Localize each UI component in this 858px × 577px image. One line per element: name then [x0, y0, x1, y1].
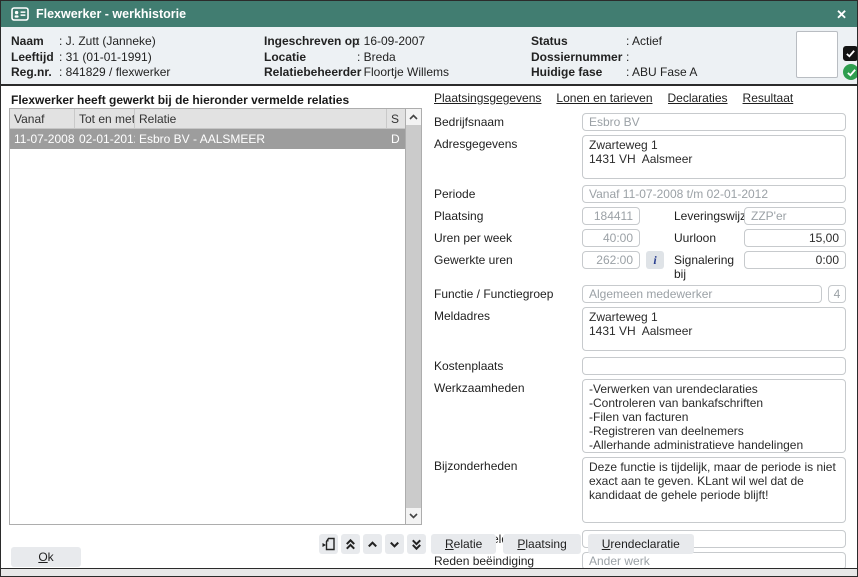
header-col-3: Status: Actief Dossiernummer: Huidige fa…	[531, 34, 697, 81]
column-header-tot-en-met: Tot en met	[75, 109, 135, 128]
scroll-up-icon[interactable]	[406, 109, 421, 125]
gewerkte-uren-label: Gewerkte uren	[434, 251, 582, 267]
double-chevron-up-icon[interactable]	[341, 534, 360, 554]
meldadres-field[interactable]: Zwarteweg 1 1431 VH Aalsmeer	[582, 307, 846, 351]
plaatsing-button[interactable]: Plaatsing	[503, 534, 580, 554]
gewerkte-uren-field[interactable]	[582, 251, 640, 269]
cell-status: D	[387, 129, 405, 149]
field-label: Huidige fase	[531, 65, 626, 81]
periode-field[interactable]	[582, 185, 846, 203]
kostenplaats-label: Kostenplaats	[434, 357, 582, 373]
cell-tot-en-met: 02-01-2012	[75, 129, 135, 149]
field-label: Relatiebeheerder	[264, 65, 357, 81]
field-label: Dossiernummer	[531, 50, 626, 66]
uren-per-week-field[interactable]	[582, 229, 640, 247]
tab-plaatsingsgegevens[interactable]: Plaatsingsgegevens	[434, 91, 541, 106]
ok-button-label: Ok	[17, 550, 75, 564]
plaatsing-panel: Plaatsingsgegevens Lonen en tarieven Dec…	[434, 91, 846, 574]
field-value: : 841829 / flexwerker	[59, 65, 170, 81]
uren-per-week-label: Uren per week	[434, 229, 582, 245]
column-header-s: S	[387, 109, 405, 128]
periode-label: Periode	[434, 185, 582, 201]
bijzonderheden-field[interactable]: Deze functie is tijdelijk, maar de perio…	[582, 457, 846, 523]
ok-button[interactable]: Ok	[11, 547, 81, 567]
close-icon[interactable]: ✕	[836, 8, 847, 21]
field-value: : J. Zutt (Janneke)	[59, 34, 156, 50]
field-label: Reg.nr.	[11, 65, 59, 81]
field-label: Locatie	[264, 50, 357, 66]
tab-bar: Plaatsingsgegevens Lonen en tarieven Dec…	[434, 91, 846, 106]
reden-beeindiging-label: Reden beëindiging	[434, 552, 582, 568]
field-value: : Floortje Willems	[357, 65, 449, 81]
functie-field[interactable]	[582, 285, 822, 303]
field-label: Leeftijd	[11, 50, 59, 66]
werkzaamheden-label: Werkzaamheden	[434, 379, 582, 395]
footer-action-buttons: Relatie Plaatsing Urendeclaratie	[431, 534, 694, 554]
urendeclaratie-button-label: Urendeclaratie	[602, 537, 680, 551]
field-value: :	[626, 50, 629, 66]
double-chevron-down-icon[interactable]	[407, 534, 426, 554]
uurloon-label: Uurloon	[674, 229, 744, 245]
id-card-icon	[11, 7, 29, 21]
info-icon[interactable]: i	[646, 251, 664, 269]
chevron-up-icon[interactable]	[363, 534, 382, 554]
table-row[interactable]: 11-07-2008 02-01-2012 Esbro BV - AALSMEE…	[10, 129, 405, 149]
field-value: : Breda	[357, 50, 396, 66]
field-value: : 31 (01-01-1991)	[59, 50, 152, 66]
field-label: Naam	[11, 34, 59, 50]
bedrijfsnaam-field[interactable]	[582, 113, 846, 131]
cell-vanaf: 11-07-2008	[10, 129, 75, 149]
signalering-bij-field[interactable]	[744, 251, 846, 269]
column-header-relatie: Relatie	[135, 109, 387, 128]
column-header-vanaf: Vanaf	[10, 109, 75, 128]
leveringswijze-label: Leveringswijze	[674, 207, 744, 223]
field-value: : ABU Fase A	[626, 65, 697, 81]
field-label: Ingeschreven op	[264, 34, 357, 50]
header-col-2: Ingeschreven op: 16-09-2007 Locatie: Bre…	[264, 34, 449, 81]
plaatsing-label: Plaatsing	[434, 207, 582, 223]
plaatsing-button-label: Plaatsing	[517, 537, 566, 551]
urendeclaratie-button[interactable]: Urendeclaratie	[588, 534, 694, 554]
meldadres-label: Meldadres	[434, 307, 582, 323]
header-col-1: Naam: J. Zutt (Janneke) Leeftijd: 31 (01…	[11, 34, 170, 81]
bedrijfsnaam-label: Bedrijfsnaam	[434, 113, 582, 129]
kostenplaats-field[interactable]	[582, 357, 846, 375]
signalering-bij-label: Signalering bij	[674, 251, 744, 281]
window-bottom-frame	[1, 568, 857, 576]
leveringswijze-field[interactable]	[744, 207, 846, 225]
adresgegevens-label: Adresgegevens	[434, 135, 582, 151]
uurloon-field[interactable]	[744, 229, 846, 247]
tab-resultaat[interactable]: Resultaat	[743, 91, 794, 106]
chevron-down-icon[interactable]	[385, 534, 404, 554]
relatie-button-label: Relatie	[445, 537, 482, 551]
window-title: Flexwerker - werkhistorie	[36, 7, 186, 21]
title-bar: Flexwerker - werkhistorie ✕	[1, 1, 857, 27]
tab-lonen-en-tarieven[interactable]: Lonen en tarieven	[556, 91, 652, 106]
photo-placeholder	[796, 31, 838, 78]
person-header: Naam: J. Zutt (Janneke) Leeftijd: 31 (01…	[1, 27, 857, 86]
adresgegevens-field[interactable]: Zwarteweg 1 1431 VH Aalsmeer	[582, 135, 846, 179]
flexwerker-werkhistorie-window: Flexwerker - werkhistorie ✕ Naam: J. Zut…	[0, 0, 858, 577]
field-value: : Actief	[626, 34, 662, 50]
relations-caption: Flexwerker heeft gewerkt bij de hieronde…	[11, 93, 349, 107]
functiegroep-field[interactable]	[828, 285, 846, 303]
cell-relatie: Esbro BV - AALSMEER	[135, 129, 387, 149]
checked-checkbox-icon[interactable]	[843, 46, 858, 61]
tab-declaraties[interactable]: Declaraties	[668, 91, 728, 106]
green-check-icon	[843, 64, 858, 80]
scroll-down-icon[interactable]	[406, 508, 421, 524]
table-header: Vanaf Tot en met Relatie S	[10, 109, 405, 129]
field-value: : 16-09-2007	[357, 34, 425, 50]
vertical-scrollbar[interactable]	[405, 109, 421, 524]
goto-document-icon[interactable]	[319, 534, 338, 554]
plaatsing-nummer-field[interactable]	[582, 207, 640, 225]
relations-table: Vanaf Tot en met Relatie S 11-07-2008 02…	[9, 108, 422, 525]
record-navigation	[319, 534, 426, 554]
relatie-button[interactable]: Relatie	[431, 534, 496, 554]
werkzaamheden-field[interactable]: -Verwerken van urendeclaraties -Controle…	[582, 379, 846, 453]
bijzonderheden-label: Bijzonderheden	[434, 457, 582, 473]
field-label: Status	[531, 34, 626, 50]
functie-functiegroep-label: Functie / Functiegroep	[434, 285, 582, 301]
